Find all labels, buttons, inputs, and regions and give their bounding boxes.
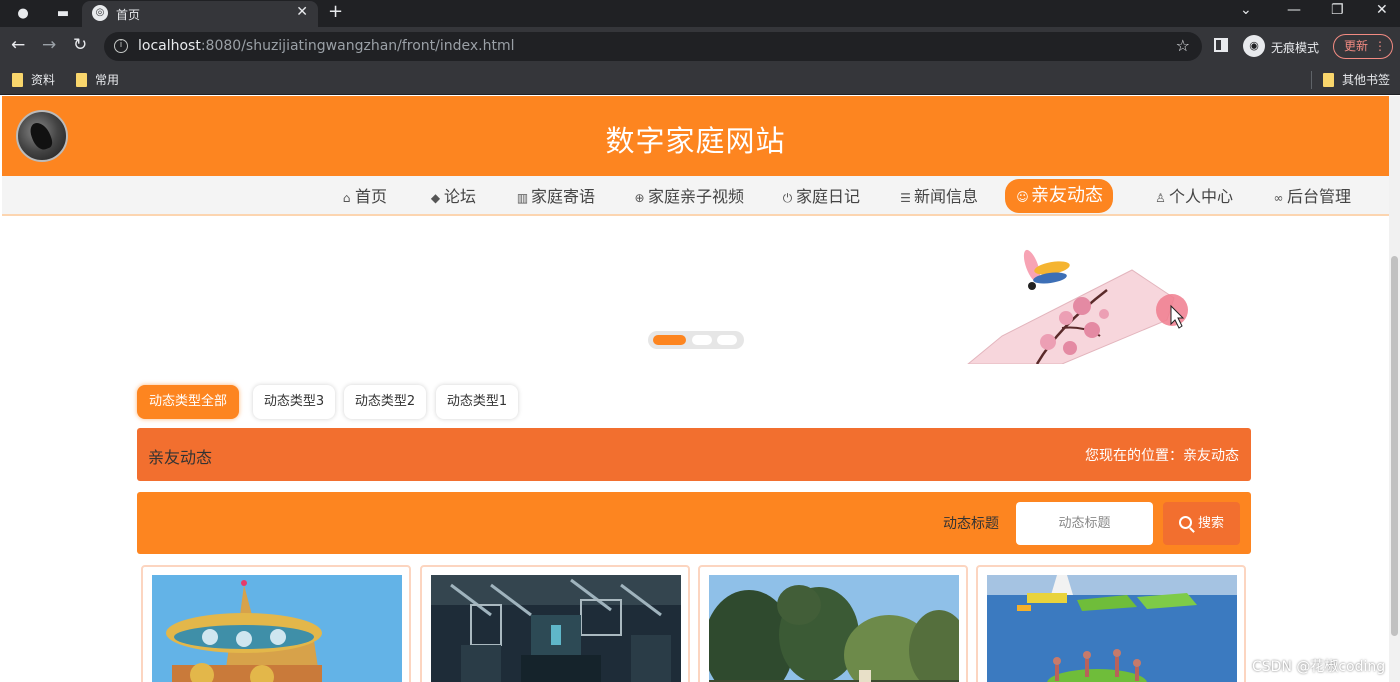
filter-type-1[interactable]: 动态类型1 bbox=[436, 385, 518, 419]
globe-icon: ◎ bbox=[92, 5, 108, 21]
carousel-photo bbox=[152, 575, 402, 682]
nav-item-friends-dynamic[interactable]: ☺ 亲友动态 bbox=[1005, 179, 1113, 213]
back-button[interactable]: ← bbox=[11, 35, 25, 55]
dynamic-card[interactable] bbox=[698, 565, 968, 682]
other-bookmarks[interactable]: 其他书签 bbox=[1323, 71, 1390, 88]
nav-label: 首页 bbox=[355, 187, 388, 206]
dynamic-card[interactable] bbox=[976, 565, 1246, 682]
search-label: 动态标题 bbox=[943, 516, 999, 532]
window-close-button[interactable]: ✕ bbox=[1376, 2, 1388, 18]
minimize-button[interactable]: — bbox=[1287, 2, 1301, 18]
link-icon: ∞ bbox=[1273, 191, 1284, 205]
forward-button[interactable]: → bbox=[42, 35, 56, 55]
dynamic-card[interactable] bbox=[420, 565, 690, 682]
url-text[interactable]: localhost:8080/shuzijiatingwangzhan/fron… bbox=[138, 38, 515, 54]
bookmark-label: 其他书签 bbox=[1342, 73, 1391, 87]
breadcrumb-bar: 亲友动态 您现在的位置：亲友动态 bbox=[137, 428, 1251, 481]
smile-icon: ☺ bbox=[1016, 190, 1029, 204]
nav-label: 个人中心 bbox=[1169, 187, 1234, 206]
search-input[interactable] bbox=[1016, 502, 1153, 545]
browser-profile-icon[interactable]: ● bbox=[14, 4, 32, 22]
power-icon: ⏻ bbox=[782, 191, 793, 205]
csdn-watermark: CSDN @花椒coding bbox=[1252, 659, 1386, 675]
filter-type-all[interactable]: 动态类型全部 bbox=[137, 385, 239, 419]
site-header: 数字家庭网站 bbox=[2, 96, 1389, 176]
nav-item-personal-center[interactable]: ♙ 个人中心 bbox=[1153, 182, 1233, 212]
browser-tab[interactable]: ◎ 首页 ✕ bbox=[82, 1, 318, 27]
bookmark-star-icon[interactable]: ☆ bbox=[1176, 36, 1190, 55]
bookmark-folder[interactable]: 常用 bbox=[76, 71, 119, 88]
folder-icon bbox=[12, 72, 23, 87]
carousel-dot[interactable] bbox=[717, 335, 737, 345]
incognito-icon[interactable]: ◉ bbox=[1243, 35, 1265, 57]
dark-interior-photo bbox=[431, 575, 681, 682]
trees-landscape-photo bbox=[709, 575, 959, 682]
nav-label: 亲友动态 bbox=[1031, 185, 1103, 206]
bookmark-divider bbox=[1311, 71, 1312, 89]
info-icon[interactable]: i bbox=[114, 39, 128, 53]
nav-item-news[interactable]: ☰ 新闻信息 bbox=[898, 182, 978, 212]
more-menu-icon[interactable]: ⋮ bbox=[1374, 35, 1386, 58]
folder-icon bbox=[76, 72, 87, 87]
filter-type-3[interactable]: 动态类型3 bbox=[253, 385, 335, 419]
sliders-icon: ☰ bbox=[900, 191, 911, 205]
bookmark-label: 常用 bbox=[95, 73, 120, 87]
search-button-label: 搜索 bbox=[1197, 516, 1224, 531]
browser-tab-bar: ● ▬ ◎ 首页 ✕ + ⌄ — ❐ ✕ bbox=[0, 0, 1400, 27]
tab-title: 首页 bbox=[116, 8, 141, 22]
nav-item-admin[interactable]: ∞ 后台管理 bbox=[1271, 182, 1352, 212]
nav-label: 论坛 bbox=[444, 187, 477, 206]
section-title: 亲友动态 bbox=[148, 448, 213, 467]
restore-button[interactable]: ❐ bbox=[1331, 2, 1344, 18]
main-nav: ⌂ 首页 ◆ 论坛 ▥ 家庭寄语 ⊕ 家庭亲子视频 ⏻ 家庭日记 ☰ 新闻信息 ☺ 亲友动态 … bbox=[2, 176, 1389, 216]
breadcrumb: 您现在的位置：亲友动态 bbox=[1085, 448, 1239, 464]
nav-item-home[interactable]: ⌂ 首页 bbox=[339, 182, 387, 212]
nav-label: 家庭日记 bbox=[796, 187, 861, 206]
nav-item-family-video[interactable]: ⊕ 家庭亲子视频 bbox=[632, 182, 744, 212]
address-bar[interactable]: i localhost:8080/shuzijiatingwangzhan/fr… bbox=[104, 32, 1202, 61]
tab-search-icon[interactable]: ▬ bbox=[54, 4, 72, 22]
user-icon: ♙ bbox=[1155, 191, 1166, 205]
site-title: 数字家庭网站 bbox=[605, 124, 786, 158]
incognito-label[interactable]: 无痕模式 bbox=[1271, 39, 1319, 56]
search-button[interactable]: 搜索 bbox=[1163, 502, 1240, 545]
search-bar: 动态标题 搜索 bbox=[137, 492, 1251, 554]
new-tab-button[interactable]: + bbox=[328, 1, 343, 22]
gamepad-icon: ⊕ bbox=[634, 191, 645, 205]
tab-list-icon[interactable]: ⌄ bbox=[1240, 2, 1252, 18]
update-label: 更新 bbox=[1344, 39, 1369, 53]
nav-label: 家庭亲子视频 bbox=[648, 187, 745, 206]
scrollbar-thumb[interactable] bbox=[1391, 256, 1398, 636]
update-button[interactable]: 更新 ⋮ bbox=[1333, 34, 1393, 59]
banner-carousel[interactable] bbox=[2, 218, 1389, 364]
nav-label: 后台管理 bbox=[1287, 187, 1352, 206]
bookmark-folder[interactable]: 资料 bbox=[12, 71, 55, 88]
search-icon bbox=[1178, 516, 1192, 529]
bookmark-label: 资料 bbox=[31, 73, 56, 87]
nav-label: 新闻信息 bbox=[914, 187, 979, 206]
filter-type-2[interactable]: 动态类型2 bbox=[344, 385, 426, 419]
browser-toolbar: ← → ↻ i localhost:8080/shuzijiatingwangz… bbox=[0, 27, 1400, 65]
bookmark-bar: 资料 常用 其他书签 bbox=[0, 65, 1400, 95]
carousel-dot[interactable] bbox=[692, 335, 712, 345]
web-page: 数字家庭网站 ⌂ 首页 ◆ 论坛 ▥ 家庭寄语 ⊕ 家庭亲子视频 ⏻ 家庭日记 ☰ 新闻信息… bbox=[0, 96, 1400, 682]
close-icon[interactable]: ✕ bbox=[296, 4, 308, 20]
nav-item-family-message[interactable]: ▥ 家庭寄语 bbox=[515, 182, 595, 212]
folder-icon bbox=[1323, 72, 1334, 87]
carousel-indicator bbox=[648, 331, 744, 349]
carousel-dot[interactable] bbox=[653, 335, 686, 345]
nav-item-forum[interactable]: ◆ 论坛 bbox=[428, 182, 476, 212]
graduation-cap-icon: ◆ bbox=[430, 191, 441, 205]
page-scrollbar[interactable] bbox=[1389, 96, 1400, 682]
nav-label: 家庭寄语 bbox=[531, 187, 596, 206]
reload-button[interactable]: ↻ bbox=[73, 35, 87, 55]
side-panel-icon[interactable] bbox=[1214, 38, 1228, 52]
nav-item-family-diary[interactable]: ⏻ 家庭日记 bbox=[780, 182, 860, 212]
home-icon: ⌂ bbox=[342, 191, 351, 205]
dynamic-card[interactable] bbox=[141, 565, 411, 682]
columns-icon: ▥ bbox=[516, 191, 529, 205]
water-park-photo bbox=[987, 575, 1237, 682]
